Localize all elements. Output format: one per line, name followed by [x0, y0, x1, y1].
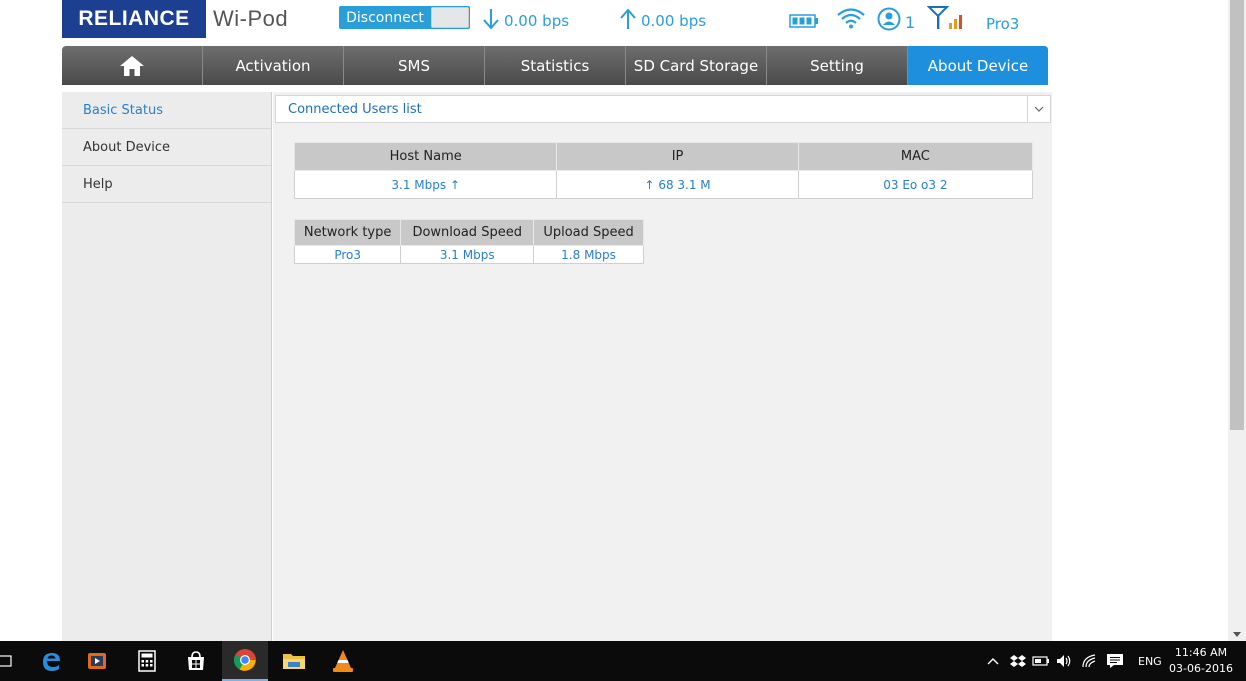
download-arrow-icon — [483, 9, 499, 30]
brand-text: RELIANCE — [78, 7, 190, 30]
upload-rate-value: 0.00 bps — [641, 12, 707, 30]
network-type-label: Pro3 — [986, 15, 1020, 33]
upload-rate: 0.00 bps — [619, 8, 706, 30]
calculator-icon — [138, 650, 156, 672]
table-row: Pro3 3.1 Mbps 1.8 Mbps — [293, 245, 644, 264]
sidebar-item-about-device[interactable]: About Device — [62, 129, 271, 166]
nav-home[interactable] — [62, 46, 203, 85]
column-header-host-name: Host Name — [293, 142, 558, 171]
download-rate: 0.00 bps — [482, 8, 569, 30]
main-panel: Connected Users list Host Name IP MAC 3.… — [273, 92, 1052, 641]
column-header-mac: MAC — [797, 142, 1034, 171]
store-icon — [188, 651, 204, 670]
input-language[interactable]: ENG — [1138, 655, 1162, 668]
edge-browser-icon — [43, 653, 60, 671]
battery-icon — [789, 14, 818, 28]
column-header-ip: IP — [556, 142, 799, 171]
wifi-icon — [837, 8, 865, 29]
download-rate-value: 0.00 bps — [504, 12, 570, 30]
nav-sd-card-storage[interactable]: SD Card Storage — [626, 46, 767, 85]
toggle-knob — [431, 7, 469, 28]
taskbar-chrome[interactable] — [222, 641, 268, 681]
product-text: Wi-Pod — [213, 6, 289, 31]
battery-tray-icon[interactable] — [1032, 655, 1050, 667]
scroll-down-arrow-icon[interactable] — [1233, 632, 1241, 637]
folder-icon — [283, 654, 305, 669]
connected-users-count: 1 — [905, 13, 916, 32]
system-tray: ENG — [986, 641, 1162, 681]
sidebar: Basic Status About Device Help — [62, 92, 272, 641]
nav-setting[interactable]: Setting — [767, 46, 908, 85]
vertical-scrollbar[interactable] — [1228, 0, 1246, 641]
speed-table: Network type Download Speed Upload Speed… — [293, 219, 644, 264]
upload-speed-cell: 1.8 Mbps — [533, 245, 644, 264]
column-header-network-type: Network type — [293, 219, 402, 246]
notification-icon[interactable] — [1106, 653, 1124, 669]
home-icon — [120, 55, 144, 76]
column-header-upload-speed: Upload Speed — [533, 219, 644, 246]
app-header: RELIANCE Wi-Pod Disconnect 0.00 bps 0.00… — [62, 0, 1048, 44]
taskbar-store[interactable] — [173, 641, 219, 681]
download-speed-cell: 3.1 Mbps — [400, 245, 535, 264]
windows-taskbar: ENG 11:46 AM 03-06-2016 — [0, 641, 1246, 681]
media-player-icon — [88, 653, 106, 669]
nav-statistics[interactable]: Statistics — [485, 46, 626, 85]
network-tray-icon[interactable] — [1082, 654, 1098, 668]
table-row: 3.1 Mbps ↑ ↑ 68 3.1 M 03 Eo o3 2 — [293, 170, 1034, 199]
disconnect-toggle[interactable]: Disconnect — [339, 6, 470, 29]
vlc-icon — [333, 650, 353, 672]
taskbar-file-explorer[interactable] — [271, 641, 317, 681]
task-view-button[interactable] — [0, 641, 28, 681]
product-logo: Wi-Pod — [213, 6, 288, 32]
chrome-icon — [234, 649, 256, 671]
chevron-up-icon[interactable] — [986, 656, 1000, 666]
user-icon — [877, 7, 901, 31]
scrollbar-thumb[interactable] — [1230, 0, 1244, 430]
panel-title: Connected Users list — [288, 102, 422, 117]
main-nav: Activation SMS Statistics SD Card Storag… — [62, 46, 1048, 85]
column-header-download-speed: Download Speed — [400, 219, 535, 246]
nav-activation[interactable]: Activation — [203, 46, 344, 85]
network-type-cell: Pro3 — [293, 245, 402, 264]
taskbar-calculator[interactable] — [124, 641, 170, 681]
sidebar-item-basic-status[interactable]: Basic Status — [62, 92, 271, 129]
taskbar-media-player[interactable] — [74, 641, 120, 681]
host-name-cell: 3.1 Mbps ↑ — [293, 170, 558, 199]
mac-cell: 03 Eo o3 2 — [797, 170, 1034, 199]
ip-cell: ↑ 68 3.1 M — [556, 170, 799, 199]
nav-about-device[interactable]: About Device — [908, 46, 1048, 85]
volume-icon[interactable] — [1056, 654, 1074, 668]
dropbox-icon[interactable] — [1010, 653, 1026, 669]
taskbar-vlc[interactable] — [320, 641, 366, 681]
connected-users-table: Host Name IP MAC 3.1 Mbps ↑ ↑ 68 3.1 M 0… — [293, 142, 1034, 199]
upload-arrow-icon — [620, 8, 636, 29]
task-view-icon — [0, 655, 12, 667]
taskbar-clock[interactable]: 11:46 AM 03-06-2016 — [1166, 645, 1236, 677]
disconnect-label: Disconnect — [346, 9, 424, 26]
clock-time: 11:46 AM — [1174, 646, 1228, 659]
taskbar-edge[interactable] — [28, 641, 74, 681]
reliance-logo: RELIANCE — [62, 0, 206, 38]
signal-strength-icon — [927, 6, 962, 29]
chevron-down-icon[interactable] — [1027, 96, 1050, 122]
clock-date: 03-06-2016 — [1169, 662, 1233, 675]
connected-users-panel-header[interactable]: Connected Users list — [275, 95, 1051, 123]
sidebar-item-help[interactable]: Help — [62, 166, 271, 203]
nav-sms[interactable]: SMS — [344, 46, 485, 85]
